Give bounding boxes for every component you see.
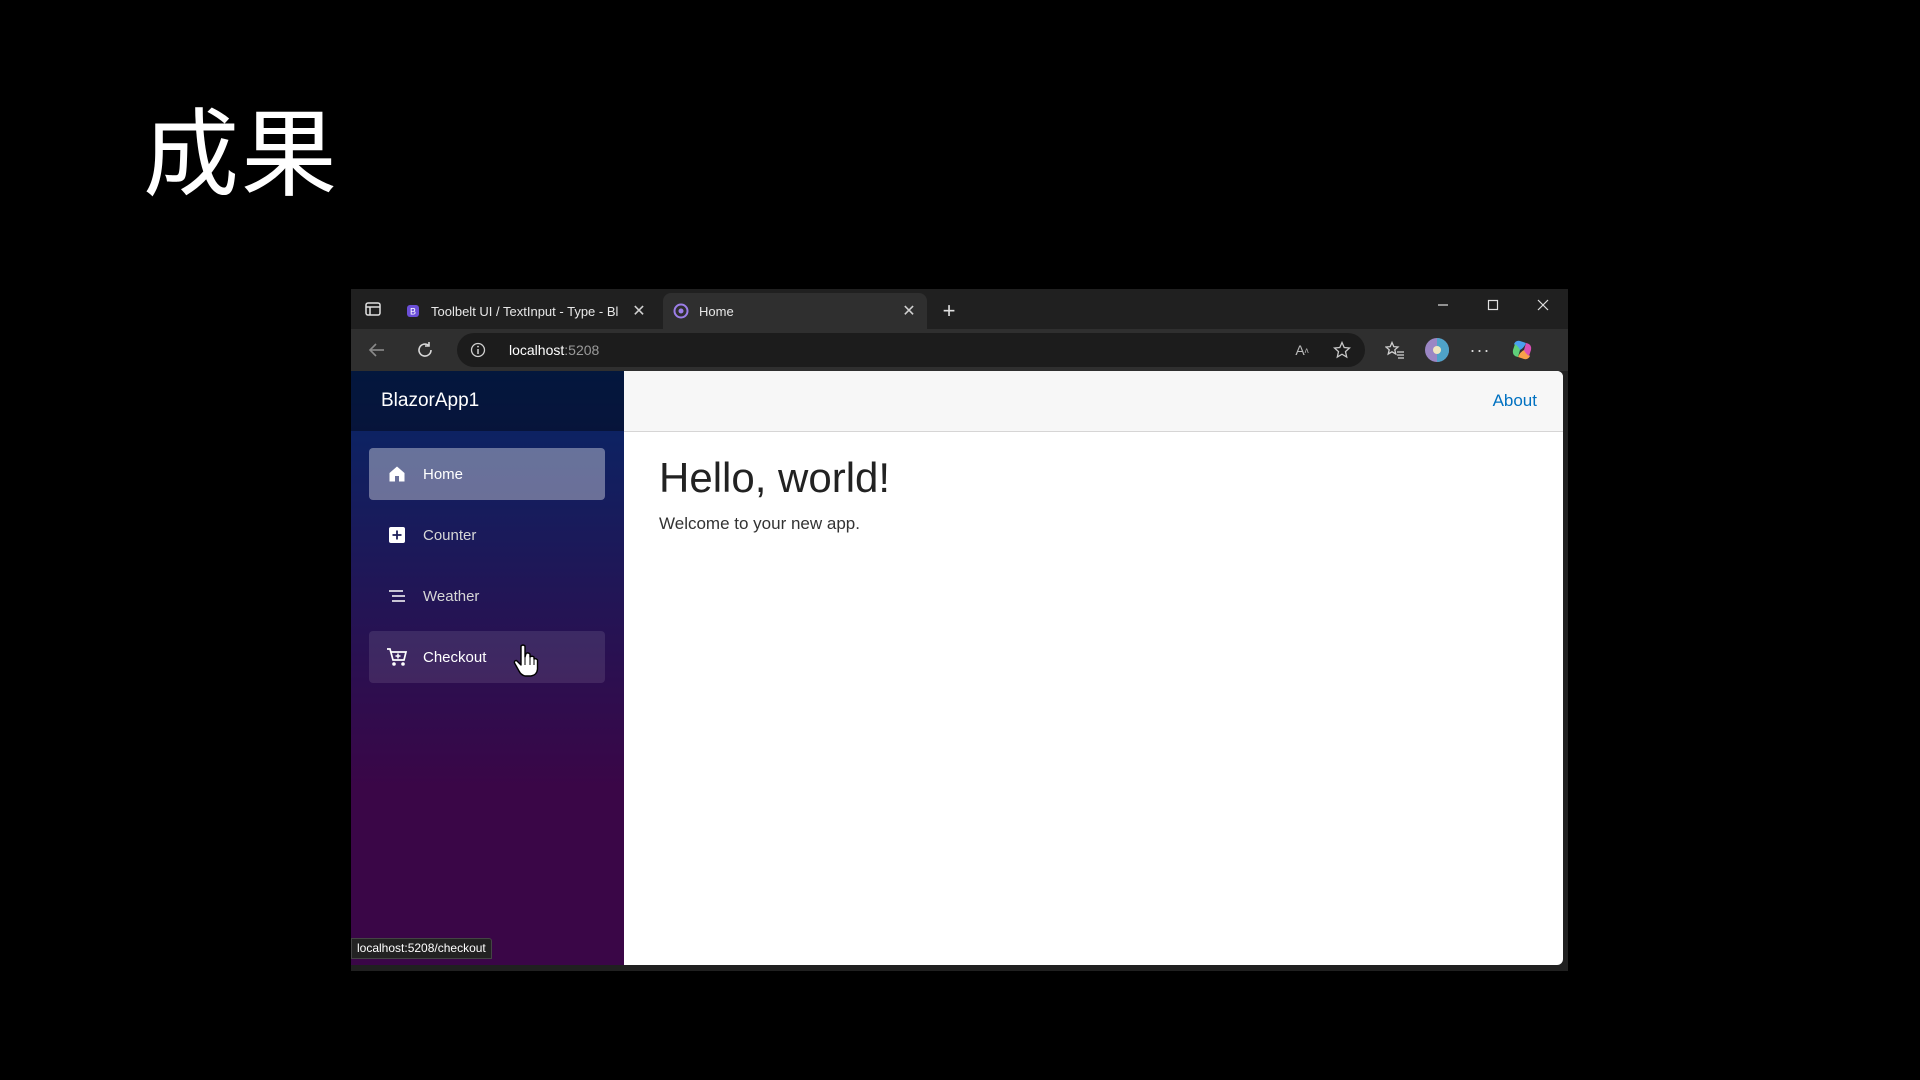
url-text: localhost:5208 xyxy=(509,342,599,358)
copilot-icon[interactable] xyxy=(1506,334,1538,366)
main-content: About Hello, world! Welcome to your new … xyxy=(624,371,1563,965)
tab-title: Home xyxy=(699,303,734,319)
new-tab-icon[interactable]: + xyxy=(935,297,963,325)
brand-link[interactable]: BlazorApp1 xyxy=(381,390,479,412)
close-window-icon[interactable] xyxy=(1518,289,1568,321)
hand-cursor-icon xyxy=(513,644,539,678)
maximize-icon[interactable] xyxy=(1468,289,1518,321)
favorites-icon[interactable] xyxy=(1379,334,1411,366)
page-viewport: BlazorApp1 Home Counter Weather Checkout… xyxy=(351,371,1563,965)
nav-item-checkout[interactable]: Checkout xyxy=(369,631,605,683)
list-icon xyxy=(386,585,408,607)
sidebar: BlazorApp1 Home Counter Weather Checkout xyxy=(351,371,624,965)
browser-toolbar: localhost:5208 Aʌ ··· xyxy=(351,329,1568,371)
window-controls xyxy=(1418,289,1568,321)
tab-actions-icon[interactable] xyxy=(359,297,387,321)
about-link[interactable]: About xyxy=(1493,391,1537,411)
tab-toolbelt[interactable]: B Toolbelt UI / TextInput - Type - Bl ✕ xyxy=(395,293,657,329)
browser-window: B Toolbelt UI / TextInput - Type - Bl ✕ … xyxy=(351,289,1568,971)
address-bar[interactable]: localhost:5208 Aʌ xyxy=(457,333,1365,367)
plus-square-icon xyxy=(386,524,408,546)
welcome-text: Welcome to your new app. xyxy=(659,514,860,533)
top-row: About xyxy=(624,371,1563,432)
nav-item-label: Checkout xyxy=(423,648,487,666)
refresh-icon[interactable] xyxy=(409,334,441,366)
nav-item-home[interactable]: Home xyxy=(369,448,605,500)
nav-item-weather[interactable]: Weather xyxy=(369,570,605,622)
nav-item-label: Home xyxy=(423,465,464,483)
profile-avatar-icon[interactable] xyxy=(1421,334,1453,366)
slide-title: 成果 xyxy=(143,99,339,211)
home-icon xyxy=(386,463,408,485)
minimize-icon[interactable] xyxy=(1418,289,1468,321)
close-icon[interactable]: ✕ xyxy=(627,299,651,323)
cart-icon xyxy=(386,646,408,668)
back-arrow-icon[interactable] xyxy=(361,334,393,366)
read-aloud-icon[interactable]: Aʌ xyxy=(1291,340,1313,360)
nav-menu: Home Counter Weather Checkout xyxy=(351,431,624,683)
toolbelt-favicon-icon: B xyxy=(405,303,421,319)
status-bar-url: localhost:5208/checkout xyxy=(351,938,492,959)
nav-item-label: Counter xyxy=(423,526,477,544)
url-host: localhost xyxy=(509,342,565,358)
article: Hello, world! Welcome to your new app. xyxy=(624,432,1563,534)
tab-title: Toolbelt UI / TextInput - Type - Bl xyxy=(431,303,619,319)
nav-item-label: Weather xyxy=(423,587,480,605)
nav-item-counter[interactable]: Counter xyxy=(369,509,605,561)
tab-home[interactable]: Home ✕ xyxy=(663,293,927,329)
close-icon[interactable]: ✕ xyxy=(897,299,921,323)
more-options-icon[interactable]: ··· xyxy=(1464,334,1496,366)
blazor-favicon-icon xyxy=(673,303,689,319)
svg-text:B: B xyxy=(410,307,416,317)
site-info-icon[interactable] xyxy=(469,341,487,359)
page-heading: Hello, world! xyxy=(659,454,891,501)
url-port: :5208 xyxy=(564,342,600,358)
tab-strip: B Toolbelt UI / TextInput - Type - Bl ✕ … xyxy=(351,289,1568,329)
favorite-star-icon[interactable] xyxy=(1331,339,1353,361)
brand-row: BlazorApp1 xyxy=(351,371,624,431)
